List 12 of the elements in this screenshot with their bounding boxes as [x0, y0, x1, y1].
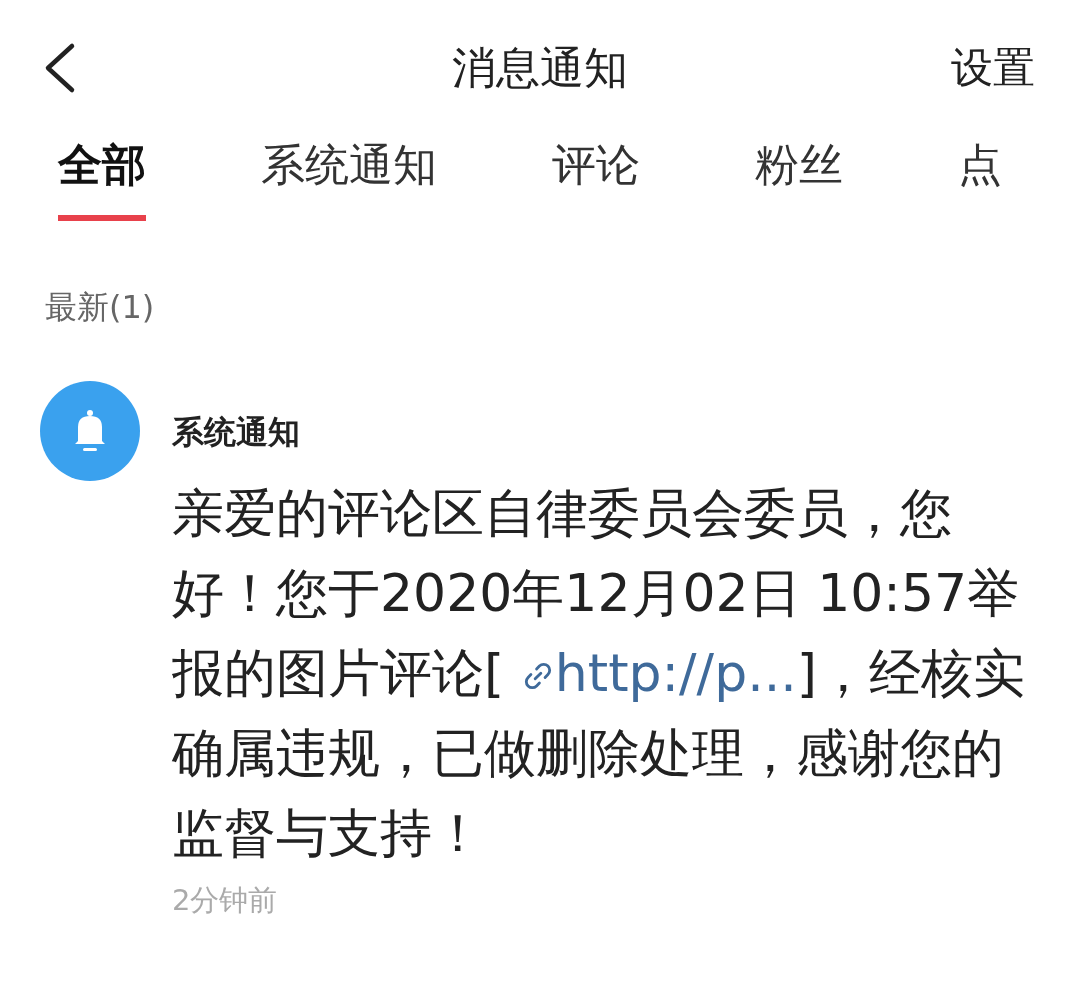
section-label: 最新(1): [45, 288, 155, 326]
tab[interactable]: 评论: [552, 136, 640, 221]
page-title: 消息通知: [452, 41, 628, 93]
notification-title: 系统通知: [172, 412, 301, 453]
tab[interactable]: 全部: [58, 136, 146, 221]
tab[interactable]: 点: [958, 136, 1002, 221]
tab[interactable]: 系统通知: [261, 136, 437, 221]
notification-message: 亲爱的评论区自律委员会委员，您好！您于2020年12月02日 10:57举报的图片评论[ http://p...]，经核实确属违规，已做删除处理，感谢您的监督与支持！: [172, 482, 1027, 865]
timestamp: 2分钟前: [172, 882, 279, 919]
settings-link[interactable]: 设置: [951, 40, 1035, 96]
tab[interactable]: 粉丝: [755, 136, 843, 221]
link[interactable]: http://p...: [520, 643, 797, 703]
